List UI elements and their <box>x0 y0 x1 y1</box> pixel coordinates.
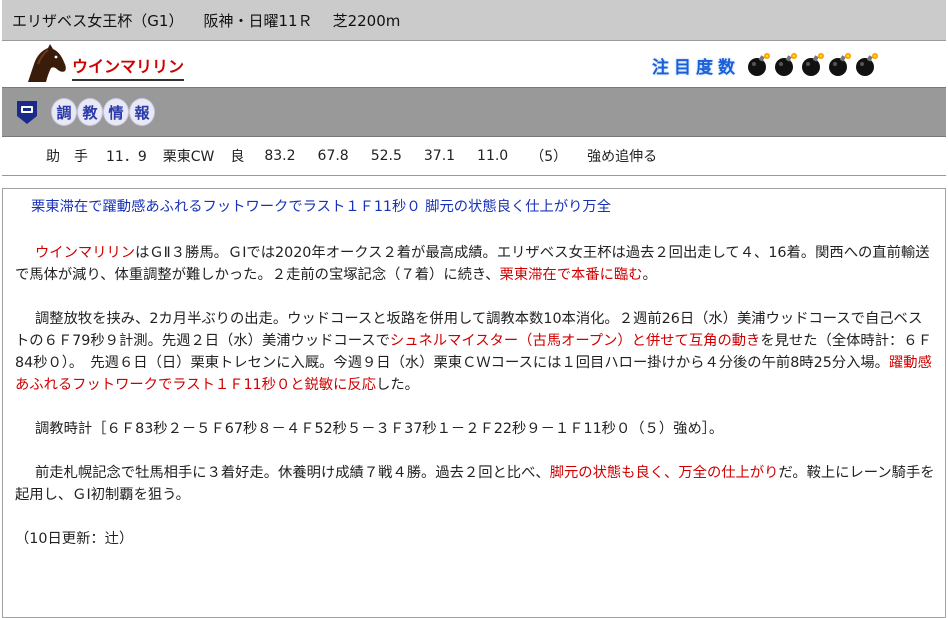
bomb-icon <box>829 53 851 76</box>
training-note: 強め追伸る <box>587 149 658 165</box>
race-course: 芝2200m <box>332 11 401 30</box>
horse-head-icon <box>28 44 66 82</box>
paragraph-text: はＧⅡ３勝馬。ＧⅠでは2020年オークス２着が最高成績。エリザベス女王杯は過去２… <box>15 245 930 283</box>
article-headline: 栗東滞在で躍動感あふれるフットワークでラスト１Ｆ11秒０ 脚元の状態良く仕上がり… <box>31 199 612 215</box>
rider: 助 手 <box>46 149 88 165</box>
race-header: エリザベス女王杯（G1） 阪神・日曜11Ｒ 芝2200m <box>2 0 946 41</box>
training-course: 栗東CW <box>162 149 215 165</box>
attention-rating: 注目度数 <box>652 52 881 78</box>
time-4f: 52.5 <box>370 148 402 164</box>
highlight-text: シュネルマイスター（古馬オープン）と併せて互角の動き <box>389 333 761 349</box>
highlight-text: 栗東滞在で本番に臨む <box>499 267 643 283</box>
bomb-icon <box>748 53 770 76</box>
bomb-icon <box>856 53 878 76</box>
time-1f: 11.0 <box>477 148 509 164</box>
article-paragraph: 調整放牧を挟み、2カ月半ぶりの出走。ウッドコースと坂路を併用して調教本数10本消… <box>15 308 935 396</box>
training-data-row: 助 手 11．9 栗東CW 良 83.2 67.8 52.5 37.1 11.0… <box>2 137 946 176</box>
paragraph-text: 前走札幌記念で牡馬相手に３着好走。休養明け成績７戦４勝。過去２回と比べ、 <box>35 465 550 481</box>
race-place: 阪神・日曜11Ｒ <box>203 11 313 30</box>
training-title-char: 情 <box>104 99 128 125</box>
article-paragraph: 調教時計［６Ｆ83秒２－５Ｆ67秒８－４Ｆ52秒５－３Ｆ37秒１－２Ｆ22秒９－… <box>35 421 724 437</box>
position: （5） <box>530 149 568 165</box>
article-paragraph: ウインマリリンはＧⅡ３勝馬。ＧⅠでは2020年オークス２着が最高成績。エリザベス… <box>15 242 935 286</box>
monitor-icon <box>17 101 37 124</box>
horse-name[interactable]: ウインマリリン <box>72 53 185 81</box>
race-name: エリザベス女王杯（G1） <box>12 11 184 30</box>
article: 栗東滞在で躍動感あふれるフットワークでラスト１Ｆ11秒０ 脚元の状態良く仕上がり… <box>2 188 946 618</box>
track-condition: 良 <box>230 149 245 165</box>
update-note: （10日更新：辻） <box>15 531 134 547</box>
paragraph-text: 。 <box>642 267 657 283</box>
training-title: 調 教 情 報 <box>52 99 156 125</box>
training-title-char: 教 <box>78 99 102 125</box>
highlight-text: 脚元の状態も良く、万全の仕上がり <box>549 465 779 481</box>
time-3f: 37.1 <box>423 148 456 164</box>
training-title-char: 調 <box>52 99 76 125</box>
training-title-char: 報 <box>130 99 154 125</box>
paragraph-text: した。 <box>376 377 419 393</box>
attention-label: 注目度数 <box>652 57 740 78</box>
training-header: 調 教 情 報 <box>2 88 946 137</box>
time-6f: 83.2 <box>264 148 296 164</box>
page: エリザベス女王杯（G1） 阪神・日曜11Ｒ 芝2200m ウインマリリン 注目度… <box>2 0 946 618</box>
bomb-icon <box>775 53 797 76</box>
horse-row: ウインマリリン 注目度数 <box>2 41 946 88</box>
time-5f: 67.8 <box>317 148 349 164</box>
bomb-icon <box>802 53 824 76</box>
horse-name-highlight: ウインマリリン <box>35 245 136 261</box>
article-paragraph: 前走札幌記念で牡馬相手に３着好走。休養明け成績７戦４勝。過去２回と比べ、脚元の状… <box>15 462 935 506</box>
training-date: 11．9 <box>106 149 147 165</box>
